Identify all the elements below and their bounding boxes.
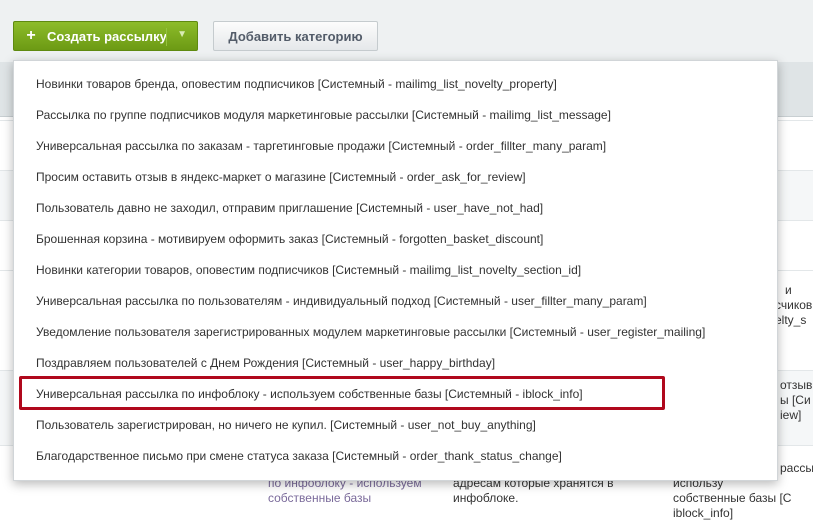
table-cell: собственные базы [С	[673, 491, 792, 505]
menu-item[interactable]: Просим оставить отзыв в яндекс-маркет о …	[36, 168, 526, 186]
create-mailing-label: Создать рассылку	[47, 28, 167, 44]
create-mailing-dropdown: Новинки товаров бренда, оповестим подпис…	[13, 60, 778, 481]
menu-item[interactable]: Пользователь давно не заходил, отправим …	[36, 199, 543, 217]
menu-item[interactable]: Универсальная рассылка по пользователям …	[36, 292, 647, 310]
table-cell: рассыл	[780, 461, 813, 475]
menu-item[interactable]: Новинки категории товаров, оповестим под…	[36, 261, 581, 279]
table-cell: отзыв	[780, 378, 813, 392]
table-cell: ы [Си	[780, 393, 811, 407]
highlight-frame	[19, 376, 665, 410]
table-cell: и	[785, 283, 792, 297]
table-cell: elty_s	[775, 313, 807, 327]
menu-item[interactable]: Новинки товаров бренда, оповестим подпис…	[36, 75, 557, 93]
table-cell: инфоблоке.	[453, 491, 519, 505]
plus-icon: +	[26, 27, 36, 44]
menu-item[interactable]: Универсальная рассылка по заказам - тарг…	[36, 137, 606, 155]
menu-item[interactable]: Уведомление пользователя зарегистрирован…	[36, 323, 705, 341]
table-cell: iblock_info]	[673, 506, 734, 520]
table-cell: iew]	[780, 408, 802, 422]
toolbar: + Создать рассылку ▼ Добавить категорию	[0, 0, 813, 62]
add-category-button[interactable]: Добавить категорию	[213, 21, 378, 51]
table-cell: счиков	[775, 298, 813, 312]
create-mailing-button[interactable]: + Создать рассылку ▼	[13, 21, 198, 51]
menu-item[interactable]: Поздравляем пользователей с Днем Рождени…	[36, 354, 495, 372]
chevron-down-icon[interactable]: ▼	[177, 29, 187, 40]
menu-item[interactable]: Пользователь зарегистрирован, но ничего …	[36, 416, 536, 434]
menu-item[interactable]: Благодарственное письмо при смене статус…	[36, 447, 562, 465]
menu-item[interactable]: Брошенная корзина - мотивируем оформить …	[36, 230, 543, 248]
menu-item[interactable]: Рассылка по группе подписчиков модуля ма…	[36, 106, 611, 124]
table-cell-link[interactable]: собственные базы	[268, 490, 371, 506]
